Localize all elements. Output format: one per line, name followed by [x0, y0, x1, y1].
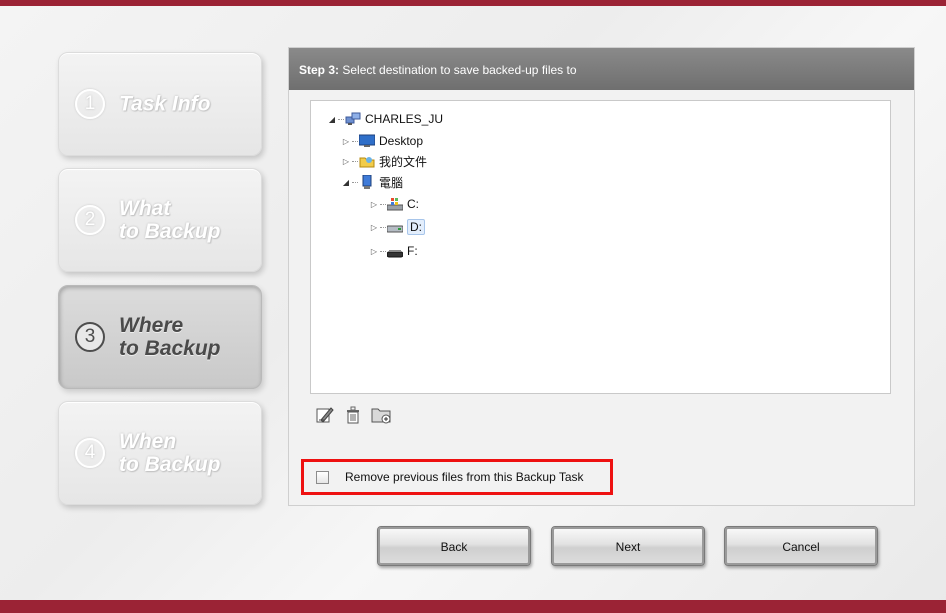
step-1-label: Task Info [119, 92, 211, 116]
tree-label-drive-c: C: [407, 197, 419, 211]
remove-previous-checkbox[interactable] [316, 470, 329, 484]
tree-label-root: CHARLES_JU [365, 112, 444, 126]
system-drive-icon [386, 197, 404, 211]
panel-header: Step 3: Select destination to save backe… [289, 48, 914, 90]
expand-arrow-icon[interactable]: ▷ [369, 223, 379, 232]
tree-label-drive-d: D: [407, 219, 425, 235]
expand-arrow-icon[interactable]: ▷ [369, 247, 379, 256]
computer-icon [359, 174, 375, 189]
next-button[interactable]: Next [551, 526, 705, 566]
back-button[interactable]: Back [377, 526, 531, 566]
tree-node-drive-c[interactable]: ▷ C: [369, 195, 419, 213]
collapse-arrow-icon[interactable]: ◢ [341, 178, 351, 187]
step-where-to-backup[interactable]: 3 Where to Backup [58, 285, 262, 389]
expand-arrow-icon[interactable]: ▷ [341, 137, 351, 146]
step-2-label: What to Backup [119, 197, 221, 243]
rename-icon[interactable] [315, 405, 335, 425]
step-3-label: Where to Backup [119, 314, 221, 360]
desktop-icon [358, 134, 376, 148]
new-folder-icon[interactable] [371, 405, 391, 425]
step-1-number: 1 [75, 89, 105, 119]
tree-label-documents: 我的文件 [379, 154, 428, 169]
folder-toolbar [315, 405, 391, 427]
step-4-label: When to Backup [119, 430, 221, 476]
tree-label-computer: 電腦 [379, 175, 404, 190]
network-computer-icon [345, 112, 361, 126]
expand-arrow-icon[interactable]: ▷ [369, 200, 379, 209]
hard-drive-icon [386, 220, 404, 234]
expand-arrow-icon[interactable]: ▷ [341, 157, 351, 166]
step-3-number: 3 [75, 322, 105, 352]
tree-node-desktop[interactable]: ▷ Desktop [341, 132, 423, 150]
remove-previous-label[interactable]: Remove previous files from this Backup T… [345, 470, 584, 484]
removable-drive-icon [386, 244, 404, 258]
top-brand-bar [0, 0, 946, 6]
tree-node-computer[interactable]: ◢ 電腦 [341, 173, 403, 191]
cancel-button[interactable]: Cancel [724, 526, 878, 566]
step-when-to-backup[interactable]: 4 When to Backup [58, 401, 262, 505]
step-4-number: 4 [75, 438, 105, 468]
step-prefix: Step 3: [299, 63, 340, 77]
step-task-info[interactable]: 1 Task Info [58, 52, 262, 156]
collapse-arrow-icon[interactable]: ◢ [327, 115, 337, 124]
tree-node-root[interactable]: ◢ CHARLES_JU [327, 110, 443, 128]
step-instruction: Select destination to save backed-up fil… [342, 63, 577, 77]
remove-previous-option: Remove previous files from this Backup T… [301, 459, 613, 495]
step-what-to-backup[interactable]: 2 What to Backup [58, 168, 262, 272]
destination-panel: Step 3: Select destination to save backe… [288, 47, 915, 506]
tree-node-drive-f[interactable]: ▷ F: [369, 242, 418, 260]
step-2-number: 2 [75, 205, 105, 235]
user-folder-icon [359, 154, 375, 168]
tree-label-drive-f: F: [407, 244, 418, 258]
tree-node-documents[interactable]: ▷ 我的文件 [341, 152, 427, 170]
delete-icon[interactable] [343, 405, 363, 425]
bottom-brand-bar [0, 600, 946, 613]
tree-node-drive-d[interactable]: ▷ D: [369, 218, 425, 236]
folder-tree[interactable]: ◢ CHARLES_JU ▷ Desktop ▷ 我的文件 ◢ 電腦 ▷ C: … [310, 100, 891, 394]
tree-label-desktop: Desktop [379, 134, 424, 148]
